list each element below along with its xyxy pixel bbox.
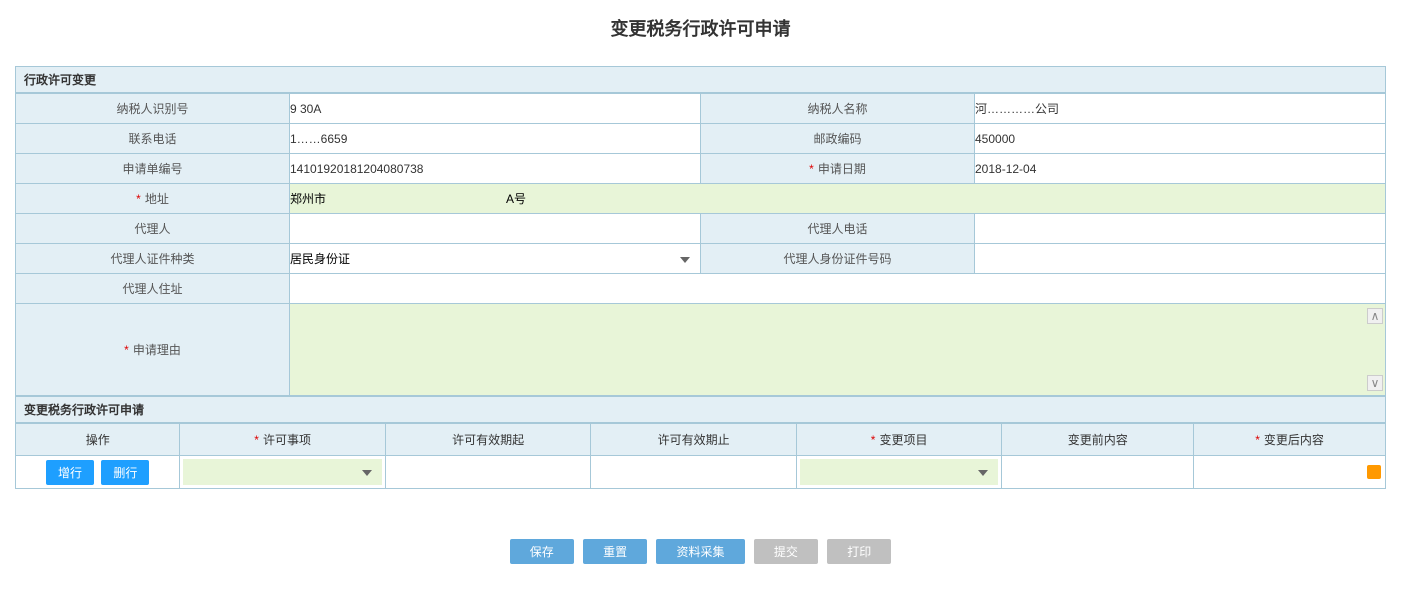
collect-button[interactable]: 资料采集 — [656, 539, 744, 564]
col-permit-item: *许可事项 — [180, 424, 386, 456]
col-valid-from: 许可有效期起 — [385, 424, 591, 456]
add-row-button[interactable]: 增行 — [46, 460, 94, 485]
scroll-up-icon[interactable]: ∧ — [1367, 308, 1383, 324]
col-after: *变更后内容 — [1194, 424, 1386, 456]
col-op: 操作 — [16, 424, 180, 456]
col-change-item: *变更项目 — [796, 424, 1002, 456]
change-item-select[interactable] — [800, 459, 999, 485]
label-taxpayer-name: 纳税人名称 — [701, 94, 975, 124]
change-grid: 操作 *许可事项 许可有效期起 许可有效期止 *变更项目 变更前内容 *变更后内… — [15, 423, 1386, 489]
label-agent-addr: 代理人住址 — [16, 274, 290, 304]
label-agent: 代理人 — [16, 214, 290, 244]
label-agent-id-type: 代理人证件种类 — [16, 244, 290, 274]
value-taxpayer-id: 9 30A — [290, 94, 701, 124]
label-address: *地址 — [16, 184, 290, 214]
before-input[interactable] — [1005, 460, 1190, 484]
label-app-no: 申请单编号 — [16, 154, 290, 184]
section1-header: 行政许可变更 — [15, 66, 1386, 93]
value-taxpayer-name: 河…………公司 — [975, 94, 1386, 124]
col-before: 变更前内容 — [1002, 424, 1194, 456]
valid-from-input[interactable] — [389, 460, 588, 484]
value-app-no: 14101920181204080738 — [290, 154, 701, 184]
agent-addr-input[interactable] — [290, 274, 1385, 303]
label-reason: *申请理由 — [16, 304, 290, 396]
label-agent-id-no: 代理人身份证件号码 — [701, 244, 975, 274]
label-postcode: 邮政编码 — [701, 124, 975, 154]
reason-textarea[interactable] — [290, 304, 1385, 392]
after-input[interactable] — [1197, 460, 1382, 484]
reset-button[interactable]: 重置 — [583, 539, 647, 564]
agent-input[interactable] — [290, 214, 700, 243]
save-button[interactable]: 保存 — [510, 539, 574, 564]
label-agent-phone: 代理人电话 — [701, 214, 975, 244]
col-valid-to: 许可有效期止 — [591, 424, 797, 456]
label-phone: 联系电话 — [16, 124, 290, 154]
button-bar: 保存 重置 资料采集 提交 打印 — [0, 539, 1401, 564]
agent-id-no-input[interactable] — [975, 244, 1385, 273]
label-taxpayer-id: 纳税人识别号 — [16, 94, 290, 124]
permit-item-select[interactable] — [183, 459, 382, 485]
agent-phone-input[interactable] — [975, 214, 1385, 243]
agent-id-type-select[interactable] — [290, 244, 700, 273]
valid-to-input[interactable] — [594, 460, 793, 484]
section2-header: 变更税务行政许可申请 — [15, 396, 1386, 423]
del-row-button[interactable]: 删行 — [101, 460, 149, 485]
page-title: 变更税务行政许可申请 — [0, 0, 1401, 66]
value-postcode: 450000 — [975, 124, 1386, 154]
calculator-icon[interactable] — [1367, 465, 1381, 479]
scroll-down-icon[interactable]: ∨ — [1367, 375, 1383, 391]
print-button: 打印 — [827, 539, 891, 564]
address-input[interactable] — [290, 184, 1385, 213]
table-row: 增行 删行 — [16, 456, 1386, 489]
value-app-date: 2018-12-04 — [975, 154, 1386, 184]
value-phone: 1……6659 — [290, 124, 701, 154]
submit-button: 提交 — [754, 539, 818, 564]
form-table-main: 纳税人识别号 9 30A 纳税人名称 河…………公司 联系电话 1……6659 … — [15, 93, 1386, 396]
label-app-date: *申请日期 — [701, 154, 975, 184]
